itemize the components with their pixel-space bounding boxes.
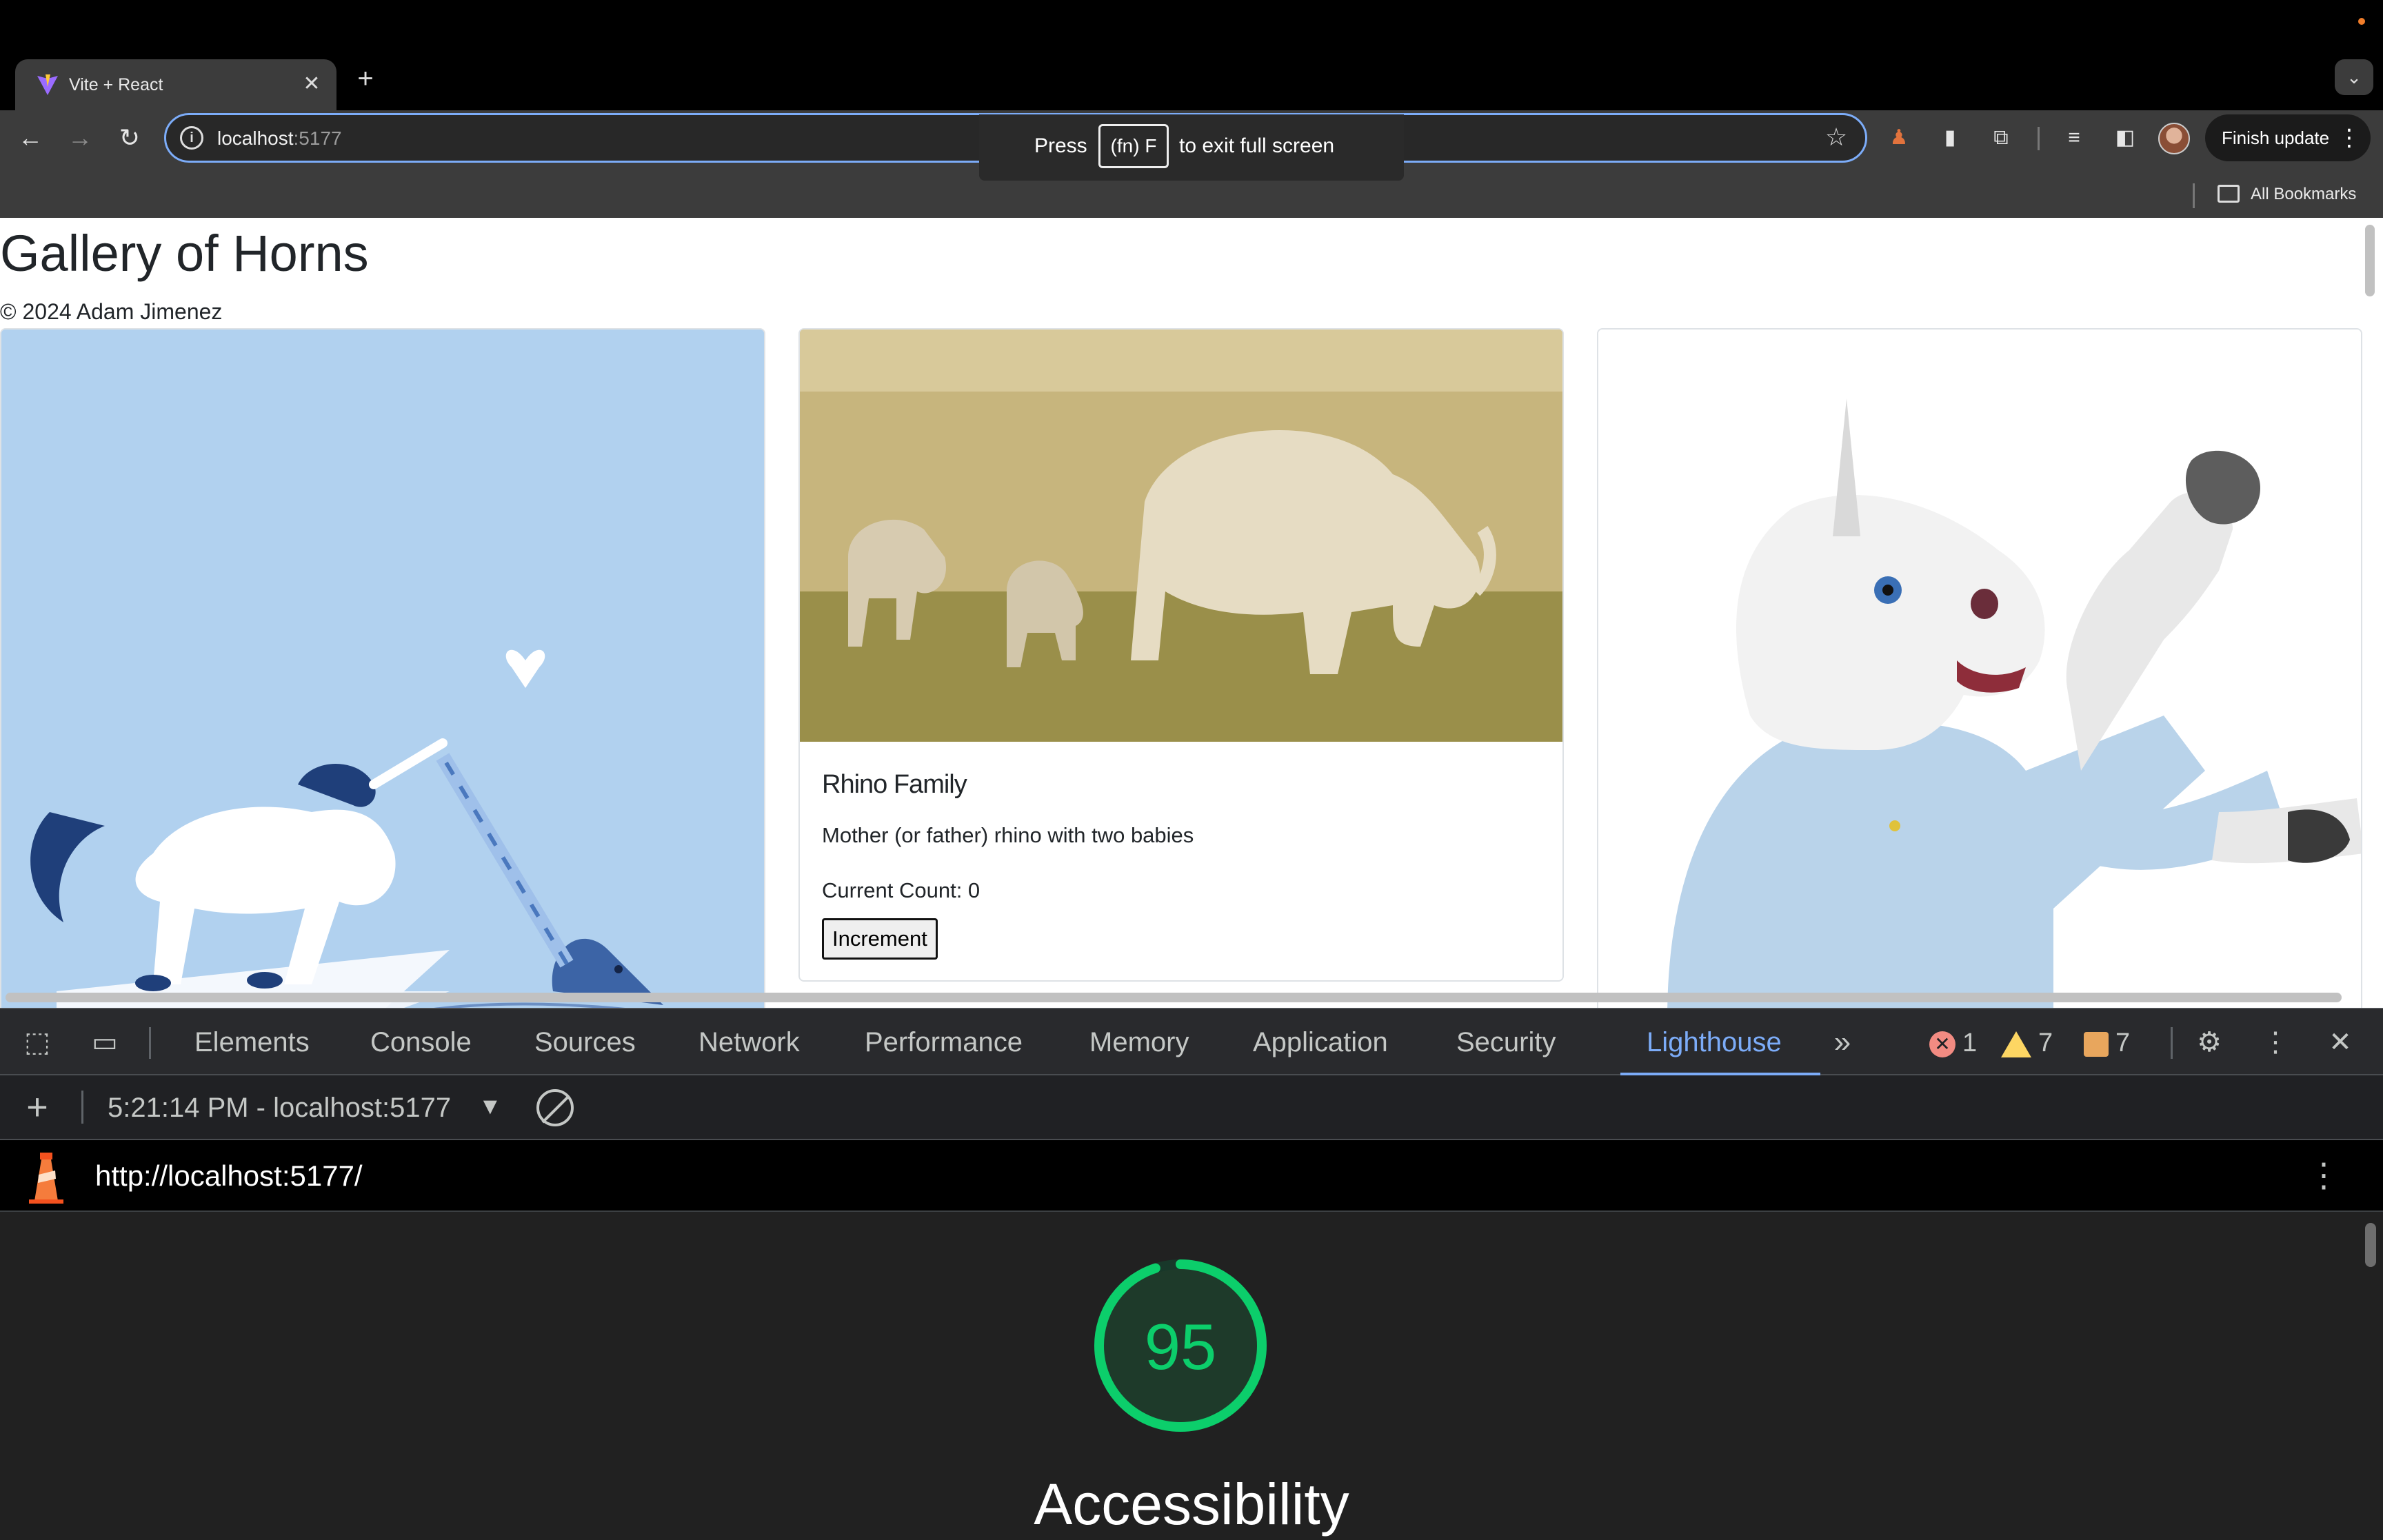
site-info-icon[interactable]: i	[180, 126, 203, 150]
devtools-divider	[2171, 1027, 2173, 1059]
browser-chrome: Vite + React ✕ + ⌄ ← → ↻ i localhost:517…	[0, 0, 2383, 218]
tab-elements[interactable]: Elements	[194, 1009, 310, 1075]
page-viewport: Gallery of Horns © 2024 Adam Jimenez Rhi…	[0, 218, 2383, 1008]
horn-card-rhino-family[interactable]: Rhino Family Mother (or father) rhino wi…	[798, 328, 1564, 982]
increment-button[interactable]: Increment	[822, 918, 938, 960]
warning-count: 7	[2038, 1029, 2053, 1057]
tab-strip: Vite + React ✕ + ⌄	[0, 0, 2383, 110]
vite-favicon-icon	[37, 74, 58, 95]
all-bookmarks-button[interactable]: All Bookmarks	[2251, 181, 2356, 208]
url-text: localhost:5177	[217, 123, 342, 154]
toolbar-divider	[81, 1091, 83, 1124]
more-tabs-chevron-icon[interactable]: »	[1823, 1024, 1862, 1060]
forward-button[interactable]: →	[59, 117, 101, 159]
lighthouse-report-toolbar: + 5:21:14 PM - localhost:5177 ▼	[0, 1075, 2383, 1140]
lighthouse-url-bar: http://localhost:5177/ ⋮	[0, 1140, 2383, 1212]
fullscreen-toast-press: Press	[1034, 134, 1087, 157]
media-controls-icon[interactable]: ≡	[2058, 121, 2091, 154]
fullscreen-toast: Press (fn) F to exit full screen	[979, 114, 1404, 181]
folder-icon	[2218, 185, 2240, 203]
clear-reports-icon[interactable]	[536, 1089, 574, 1126]
fullscreen-toast-text: to exit full screen	[1179, 134, 1335, 157]
devtools-panel: ⬚ ▭ Elements Console Sources Network Per…	[0, 1008, 2383, 1540]
extension-icon[interactable]: ♟	[1882, 121, 1916, 154]
close-tab-icon[interactable]: ✕	[298, 70, 325, 98]
reading-list-icon[interactable]: ▮	[1933, 121, 1967, 154]
warning-icon	[2001, 1031, 2031, 1057]
page-title: Gallery of Horns	[0, 225, 369, 282]
device-toolbar-icon[interactable]: ▭	[86, 1024, 124, 1060]
tab-search-button[interactable]: ⌄	[2335, 59, 2373, 95]
error-icon: ✕	[1929, 1031, 1955, 1057]
rhino-photo-illustration	[800, 330, 1562, 742]
extensions-puzzle-icon[interactable]: ⧉	[1984, 121, 2018, 154]
score-category-label: Accessibility	[1034, 1472, 1349, 1537]
profile-avatar[interactable]	[2158, 123, 2190, 154]
devtools-divider	[149, 1027, 151, 1059]
tab-application[interactable]: Application	[1253, 1009, 1388, 1075]
issue-icon	[2084, 1031, 2109, 1057]
page-horizontal-scrollbar[interactable]	[6, 993, 2342, 1002]
finish-update-label: Finish update	[2222, 128, 2330, 148]
error-count: 1	[1962, 1029, 1978, 1057]
close-devtools-icon[interactable]: ✕	[2321, 1024, 2360, 1060]
new-tab-button[interactable]: +	[350, 63, 381, 94]
new-report-plus-icon[interactable]: +	[18, 1088, 57, 1126]
devtools-menu-icon[interactable]: ⋮	[2256, 1024, 2295, 1060]
tab-performance[interactable]: Performance	[865, 1009, 1023, 1075]
horn-card-unicorn-mask[interactable]	[1597, 328, 2362, 1008]
unicorn-mask-photo-illustration	[1598, 330, 2361, 1008]
card-description: Mother (or father) rhino with two babies	[822, 823, 1194, 847]
issue-count: 7	[2115, 1029, 2131, 1057]
bookmarks-divider	[2193, 183, 2195, 208]
page-vertical-scrollbar[interactable]	[2365, 225, 2375, 296]
finish-update-button[interactable]: Finish update ⋮	[2205, 114, 2371, 161]
page-copyright: © 2024 Adam Jimenez	[0, 299, 223, 324]
recording-indicator	[2358, 18, 2365, 25]
tab-lighthouse[interactable]: Lighthouse	[1647, 1009, 1782, 1075]
report-url: http://localhost:5177/	[95, 1159, 363, 1192]
current-count: Current Count: 0	[822, 878, 981, 902]
url-host: localhost	[217, 128, 294, 149]
bookmark-star-icon[interactable]: ☆	[1821, 122, 1851, 152]
tab-security[interactable]: Security	[1456, 1009, 1556, 1075]
tab-console[interactable]: Console	[370, 1009, 472, 1075]
tab-memory[interactable]: Memory	[1089, 1009, 1189, 1075]
issues-count-badge[interactable]: 7	[2084, 1027, 2130, 1059]
report-menu-icon[interactable]: ⋮	[2307, 1150, 2340, 1202]
warning-count-badge[interactable]: 7	[2001, 1027, 2053, 1059]
caret-down-icon[interactable]: ▼	[479, 1089, 502, 1124]
reload-button[interactable]: ↻	[109, 117, 150, 159]
tab-title: Vite + React	[69, 75, 163, 94]
rhino-family-image	[800, 330, 1562, 742]
back-button[interactable]: ←	[10, 117, 51, 159]
score-value: 95	[1144, 1310, 1217, 1383]
card-title: Rhino Family	[822, 770, 967, 799]
tab-network[interactable]: Network	[698, 1009, 800, 1075]
toolbar-divider	[2038, 127, 2040, 150]
settings-gear-icon[interactable]: ⚙	[2190, 1024, 2229, 1060]
devtools-tabbar: ⬚ ▭ Elements Console Sources Network Per…	[0, 1008, 2383, 1075]
browser-tab[interactable]: Vite + React ✕	[15, 59, 336, 110]
tab-sources[interactable]: Sources	[534, 1009, 636, 1075]
lighthouse-report: 95 Accessibility	[0, 1212, 2383, 1540]
card-body: Rhino Family Mother (or father) rhino wi…	[800, 742, 1562, 980]
fullscreen-toast-key: (fn) F	[1098, 124, 1169, 168]
more-vert-icon: ⋮	[2337, 125, 2361, 151]
unicorn-narwhal-illustration	[1, 330, 764, 1008]
inspect-element-icon[interactable]: ⬚	[18, 1024, 57, 1060]
lighthouse-logo-icon	[29, 1153, 63, 1204]
report-selector[interactable]: 5:21:14 PM - localhost:5177	[108, 1091, 451, 1125]
report-scrollbar[interactable]	[2365, 1223, 2376, 1267]
error-count-badge[interactable]: ✕ 1	[1929, 1027, 1977, 1059]
horn-card-unicorn-narwhal[interactable]	[0, 328, 765, 1008]
side-panel-icon[interactable]: ◧	[2109, 121, 2142, 154]
url-port: :5177	[293, 128, 342, 149]
